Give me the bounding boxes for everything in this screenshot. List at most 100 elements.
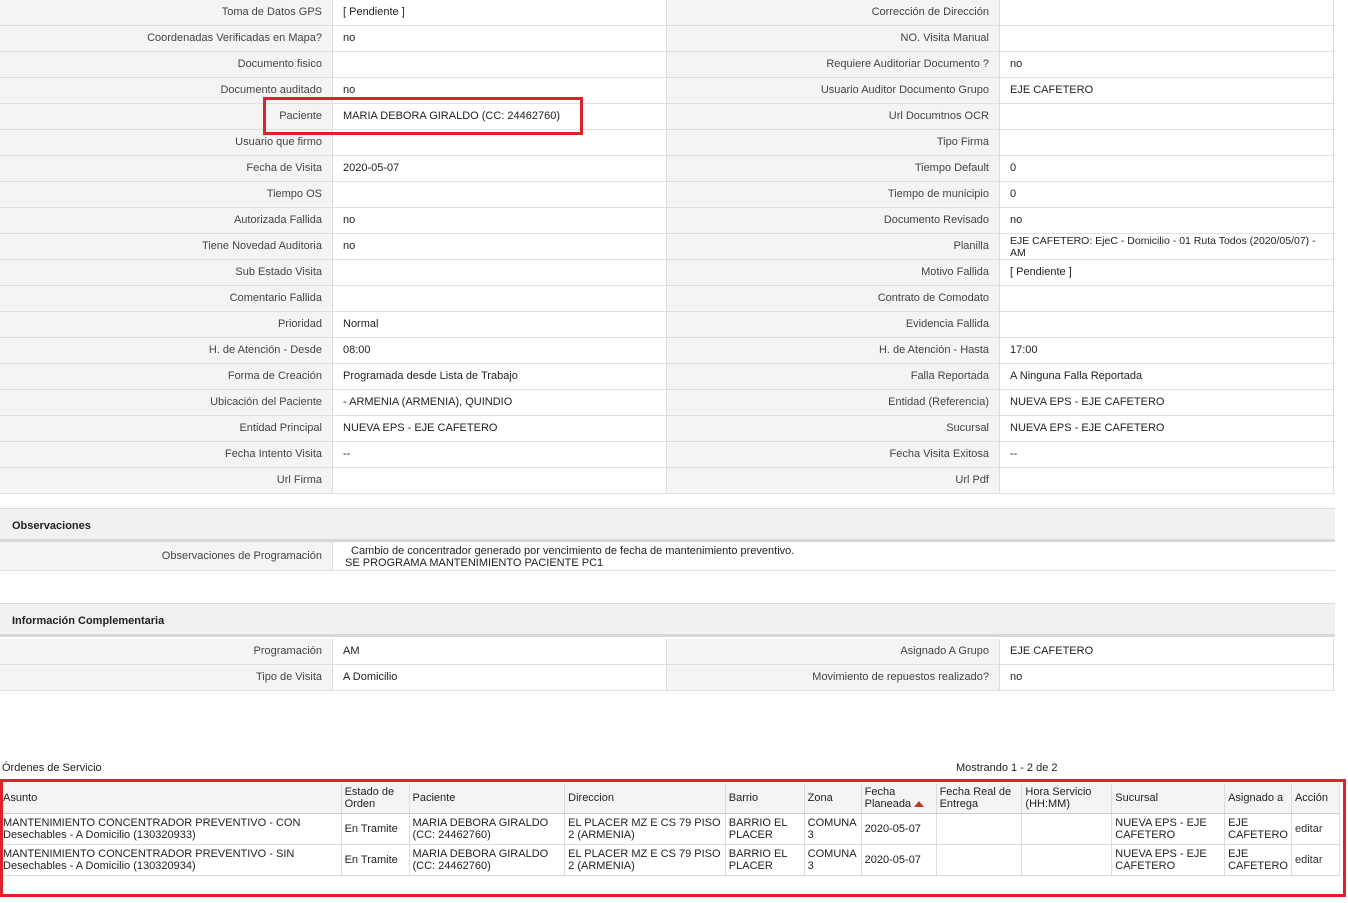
edit-link[interactable]: editar <box>1291 813 1341 845</box>
cell-asunto: MANTENIMIENTO CONCENTRADOR PREVENTIVO - … <box>0 813 342 845</box>
detail-row: Documento auditado no Usuario Auditor Docu… <box>0 78 1335 104</box>
detail-row: Coordenadas Verificadas en Mapa? no NO. Vi… <box>0 26 1335 52</box>
col-header-zona[interactable]: Zona <box>804 783 862 814</box>
detail-label: Tiempo de municipio <box>667 182 1000 207</box>
col-header-hora-servicio[interactable]: Hora Servicio (HH:MM) <box>1021 783 1113 814</box>
detail-row: Comentario Fallida Contrato de Comodato <box>0 286 1335 312</box>
col-header-label: Estado de Orden <box>344 786 395 810</box>
detail-label: Usuario que firmo <box>0 130 333 155</box>
detail-value <box>1000 26 1334 51</box>
cell-direccion: EL PLACER MZ E CS 79 PISO 2 (ARMENIA) <box>564 813 726 845</box>
col-header-barrio[interactable]: Barrio <box>725 783 805 814</box>
col-header-sucursal[interactable]: Sucursal <box>1111 783 1226 814</box>
detail-row: Url Firma Url Pdf <box>0 468 1335 494</box>
detail-row: Toma de Datos GPS[ Pendiente ] Corrección… <box>0 0 1335 26</box>
cell-asignado: EJE CAFETERO <box>1224 813 1292 845</box>
detail-label: Url Firma <box>0 468 333 493</box>
col-header-direccion[interactable]: Direccion <box>564 783 726 814</box>
col-header-label: Asunto <box>3 792 38 804</box>
col-header-estado[interactable]: Estado de Orden <box>341 783 410 814</box>
detail-value: no <box>1000 208 1334 233</box>
detail-label: Asignado A Grupo <box>667 639 1000 664</box>
detail-value <box>1000 468 1334 493</box>
col-header-label: Hora Servicio (HH:MM) <box>1025 786 1092 810</box>
detail-label: Entidad (Referencia) <box>667 390 1000 415</box>
detail-value: no <box>1000 52 1334 77</box>
detail-label: NO. Visita Manual <box>667 26 1000 51</box>
detail-label: Documento Revisado <box>667 208 1000 233</box>
col-header-label: Fecha Planeada <box>864 786 912 810</box>
detail-label: Motivo Fallida <box>667 260 1000 285</box>
cell-fecha-planeada: 2020-05-07 <box>861 813 937 845</box>
detail-label: Falla Reportada <box>667 364 1000 389</box>
observaciones-line: Cambio de concentrador generado por venc… <box>351 545 795 557</box>
observaciones-section-title: Observaciones <box>0 508 1335 542</box>
detail-value: AM <box>333 639 667 664</box>
detail-label: Corrección de Dirección <box>667 0 1000 25</box>
col-header-fecha-real[interactable]: Fecha Real de Entrega <box>936 783 1023 814</box>
detail-row: Usuario que firmo Tipo Firma <box>0 130 1335 156</box>
detail-value: A Domicilio <box>333 665 667 690</box>
detail-row: Prioridad Normal Evidencia Fallida <box>0 312 1335 338</box>
detail-row: Programación AM Asignado A Grupo EJE CAFETE… <box>0 639 1335 665</box>
detail-value: NUEVA EPS - EJE CAFETERO <box>1000 416 1334 441</box>
cell-hora-servicio <box>1021 844 1113 876</box>
cell-fecha-real <box>936 844 1023 876</box>
orders-header-row: Asunto Estado de Orden Paciente Direccio… <box>0 783 1341 814</box>
detail-value <box>1000 286 1334 311</box>
detail-value: [ Pendiente ] <box>1000 260 1334 285</box>
col-header-label: Paciente <box>412 792 456 804</box>
table-row: MANTENIMIENTO CONCENTRADOR PREVENTIVO - … <box>0 844 1341 876</box>
col-header-paciente[interactable]: Paciente <box>409 783 566 814</box>
cell-sucursal: NUEVA EPS - EJE CAFETERO <box>1111 844 1226 876</box>
cell-estado: En Tramite <box>341 813 410 845</box>
cell-direccion: EL PLACER MZ E CS 79 PISO 2 (ARMENIA) <box>564 844 726 876</box>
detail-row: Autorizada Fallida no Documento Revisado no <box>0 208 1335 234</box>
detail-label: Url Documtnos OCR <box>667 104 1000 129</box>
detail-label: Entidad Principal <box>0 416 333 441</box>
detail-row: Sub Estado Visita Motivo Fallida[ Pendien… <box>0 260 1335 286</box>
col-header-label: Zona <box>807 792 833 804</box>
detail-value <box>1000 0 1334 25</box>
detail-label: Sub Estado Visita <box>0 260 333 285</box>
detail-label: Planilla <box>667 234 1000 259</box>
detail-value: no <box>333 26 667 51</box>
detail-row: Tiene Novedad Auditoria no Planilla EJE CAF… <box>0 234 1335 260</box>
detail-value: 08:00 <box>333 338 667 363</box>
detail-label: Forma de Creación <box>0 364 333 389</box>
detail-row: Entidad Principal NUEVA EPS - EJE CAFETER… <box>0 416 1335 442</box>
col-header-fecha-planeada[interactable]: Fecha Planeada <box>861 783 937 814</box>
detail-value: EJE CAFETERO <box>1000 639 1334 664</box>
cell-barrio: BARRIO EL PLACER <box>725 844 805 876</box>
detail-label: Tiempo OS <box>0 182 333 207</box>
detail-row: H. de Atención - Desde 08:00 H. de Atenció… <box>0 338 1335 364</box>
detail-value: - ARMENIA (ARMENIA), QUINDIO <box>333 390 667 415</box>
cell-fecha-planeada: 2020-05-07 <box>861 844 937 876</box>
observaciones-label: Observaciones de Programación <box>0 542 333 570</box>
col-header-asunto[interactable]: Asunto <box>0 783 342 814</box>
detail-value <box>333 260 667 285</box>
detail-value <box>333 468 667 493</box>
detail-label: Tipo de Visita <box>0 665 333 690</box>
patient-value: MARIA DEBORA GIRALDO (CC: 24462760) <box>333 104 667 129</box>
detail-value: Programada desde Lista de Trabajo <box>333 364 667 389</box>
detail-value <box>333 182 667 207</box>
detail-value: -- <box>1000 442 1334 467</box>
detail-label: Documento auditado <box>0 78 333 103</box>
detail-value: no <box>333 234 667 259</box>
col-header-label: Fecha Real de Entrega <box>939 786 1012 810</box>
col-header-label: Acción <box>1294 792 1328 804</box>
detail-label: Coordenadas Verificadas en Mapa? <box>0 26 333 51</box>
edit-link[interactable]: editar <box>1291 844 1341 876</box>
detail-value: 17:00 <box>1000 338 1334 363</box>
detail-value <box>333 130 667 155</box>
detail-value: no <box>1000 665 1334 690</box>
detail-row: Fecha Intento Visita -- Fecha Visita Exito… <box>0 442 1335 468</box>
detail-label: Documento fisico <box>0 52 333 77</box>
detail-value: 2020-05-07 <box>333 156 667 181</box>
detail-value: no <box>333 208 667 233</box>
detail-label: Sucursal <box>667 416 1000 441</box>
detail-value <box>1000 312 1334 337</box>
detail-label: Url Pdf <box>667 468 1000 493</box>
col-header-asignado[interactable]: Asignado a <box>1224 783 1292 814</box>
